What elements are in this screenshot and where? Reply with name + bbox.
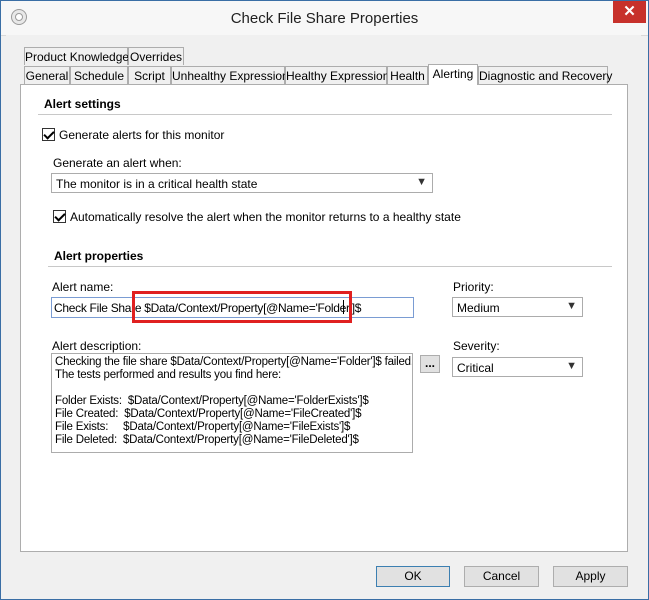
chevron-down-icon: ▼ bbox=[566, 360, 577, 372]
cancel-button[interactable]: Cancel bbox=[464, 566, 539, 587]
highlight-annotation bbox=[132, 291, 352, 323]
alert-description-label: Alert description: bbox=[52, 339, 142, 353]
alert-settings-divider bbox=[38, 114, 612, 115]
generate-alerts-checkbox[interactable] bbox=[42, 128, 55, 141]
close-button[interactable]: ✕ bbox=[613, 1, 646, 23]
description-line: File Created: $Data/Context/Property[@Na… bbox=[55, 408, 362, 420]
tab-unhealthy-expression[interactable]: Unhealthy Expression bbox=[171, 66, 289, 84]
tab-alerting[interactable]: Alerting bbox=[428, 64, 478, 85]
severity-label: Severity: bbox=[453, 339, 500, 353]
description-line: File Exists: $Data/Context/Property[@Nam… bbox=[55, 421, 351, 433]
description-line: Folder Exists: $Data/Context/Property[@N… bbox=[55, 395, 369, 407]
chevron-down-icon: ▼ bbox=[416, 176, 427, 188]
generate-alerts-label: Generate alerts for this monitor bbox=[59, 128, 225, 142]
tab-healthy-expression[interactable]: Healthy Expression bbox=[285, 66, 389, 84]
ok-button[interactable]: OK bbox=[376, 566, 450, 587]
description-line: File Deleted: $Data/Context/Property[@Na… bbox=[55, 434, 359, 446]
description-line: The tests performed and results you find… bbox=[55, 369, 282, 381]
generate-when-label: Generate an alert when: bbox=[53, 156, 182, 170]
tab-general[interactable]: General bbox=[24, 66, 70, 84]
tab-script[interactable]: Script bbox=[128, 66, 171, 84]
alert-name-label: Alert name: bbox=[52, 280, 114, 294]
description-ellipsis-button[interactable]: ... bbox=[420, 355, 440, 373]
tab-schedule[interactable]: Schedule bbox=[70, 66, 128, 84]
chevron-down-icon: ▼ bbox=[566, 300, 577, 312]
tab-overrides[interactable]: Overrides bbox=[128, 47, 184, 65]
apply-button[interactable]: Apply bbox=[553, 566, 628, 587]
title-bar[interactable]: Check File Share Properties ✕ bbox=[1, 1, 648, 36]
priority-dropdown[interactable]: Medium ▼ bbox=[452, 297, 583, 317]
tab-diagnostic-and-recovery[interactable]: Diagnostic and Recovery bbox=[478, 66, 612, 84]
auto-resolve-checkbox[interactable] bbox=[53, 210, 66, 223]
tab-health[interactable]: Health bbox=[387, 66, 428, 84]
generate-when-value: The monitor is in a critical health stat… bbox=[56, 177, 258, 191]
alert-properties-divider bbox=[48, 266, 612, 267]
description-line: Checking the file share $Data/Context/Pr… bbox=[55, 356, 413, 368]
generate-when-dropdown[interactable]: The monitor is in a critical health stat… bbox=[51, 173, 433, 193]
alert-description-textarea[interactable]: Checking the file share $Data/Context/Pr… bbox=[51, 353, 413, 453]
alert-settings-heading: Alert settings bbox=[44, 97, 121, 111]
severity-dropdown[interactable]: Critical ▼ bbox=[452, 357, 583, 377]
priority-label: Priority: bbox=[453, 280, 494, 294]
alert-properties-heading: Alert properties bbox=[54, 249, 144, 263]
auto-resolve-label: Automatically resolve the alert when the… bbox=[70, 210, 461, 224]
severity-value: Critical bbox=[457, 361, 494, 375]
priority-value: Medium bbox=[457, 301, 500, 315]
window-title: Check File Share Properties bbox=[230, 10, 419, 27]
tab-product-knowledge[interactable]: Product Knowledge bbox=[24, 47, 129, 65]
